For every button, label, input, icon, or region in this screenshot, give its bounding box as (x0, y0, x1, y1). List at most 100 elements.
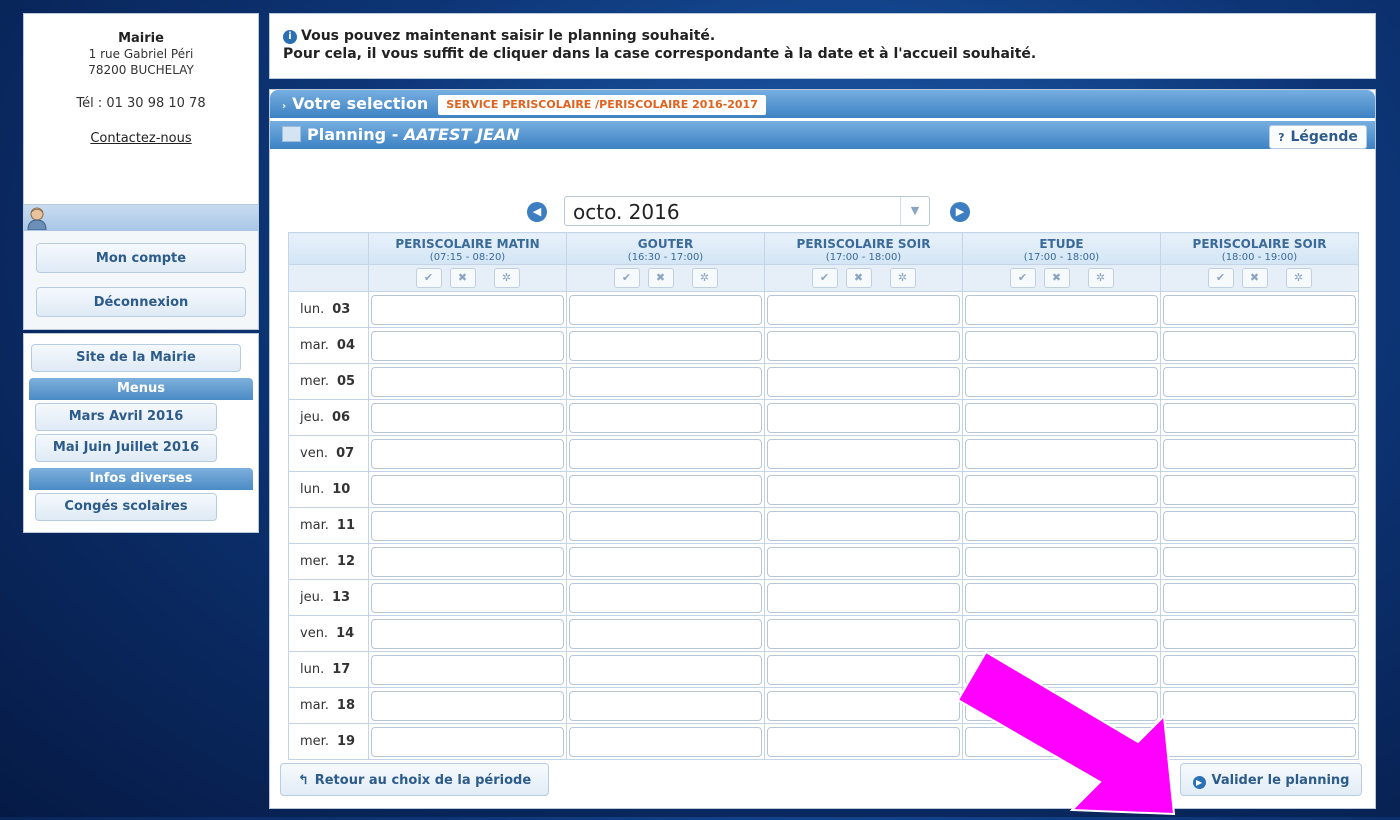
planning-slot[interactable] (569, 618, 762, 649)
planning-slot[interactable] (1163, 726, 1356, 757)
planning-slot[interactable] (767, 618, 960, 649)
planning-slot[interactable] (1163, 474, 1356, 505)
planning-cell (1160, 399, 1359, 436)
planning-slot[interactable] (569, 510, 762, 541)
planning-slot[interactable] (371, 654, 564, 685)
planning-slot[interactable] (767, 294, 960, 325)
gear-icon[interactable]: ✲ (493, 268, 520, 289)
planning-slot[interactable] (767, 474, 960, 505)
planning-slot[interactable] (767, 726, 960, 757)
planning-slot[interactable] (965, 366, 1158, 397)
check-icon[interactable]: ✔ (1207, 268, 1234, 289)
planning-slot[interactable] (1163, 582, 1356, 613)
prev-month-icon[interactable]: ◀ (527, 202, 547, 222)
mairie-site-button[interactable]: Site de la Mairie (31, 344, 241, 372)
planning-slot[interactable] (371, 330, 564, 361)
check-icon[interactable]: ✔ (613, 268, 640, 289)
planning-slot[interactable] (767, 366, 960, 397)
next-month-icon[interactable]: ▶ (950, 202, 970, 222)
planning-slot[interactable] (371, 690, 564, 721)
planning-slot[interactable] (371, 510, 564, 541)
planning-slot[interactable] (1163, 690, 1356, 721)
check-icon[interactable]: ✔ (415, 268, 442, 289)
planning-slot[interactable] (1163, 330, 1356, 361)
planning-slot[interactable] (371, 402, 564, 433)
legend-button[interactable]: ? Légende (1269, 125, 1367, 149)
back-to-period-button[interactable]: ↰ Retour au choix de la période (280, 763, 549, 796)
planning-slot[interactable] (965, 510, 1158, 541)
planning-slot[interactable] (371, 546, 564, 577)
planning-slot[interactable] (569, 546, 762, 577)
planning-slot[interactable] (965, 654, 1158, 685)
planning-slot[interactable] (767, 510, 960, 541)
day-number: 11 (336, 518, 356, 533)
planning-slot[interactable] (1163, 294, 1356, 325)
planning-slot[interactable] (965, 474, 1158, 505)
planning-slot[interactable] (569, 402, 762, 433)
close-icon[interactable]: ✖ (1241, 268, 1268, 289)
planning-slot[interactable] (965, 618, 1158, 649)
planning-slot[interactable] (767, 438, 960, 469)
planning-slot[interactable] (1163, 402, 1356, 433)
planning-slot[interactable] (965, 582, 1158, 613)
planning-slot[interactable] (965, 438, 1158, 469)
planning-cell (962, 399, 1161, 436)
menu-item-mai-juin-juillet[interactable]: Mai Juin Juillet 2016 (35, 434, 217, 462)
contact-link[interactable]: Contactez-nous (24, 131, 258, 146)
planning-slot[interactable] (569, 726, 762, 757)
logout-button[interactable]: Déconnexion (36, 287, 246, 317)
planning-slot[interactable] (569, 366, 762, 397)
gear-icon[interactable]: ✲ (889, 268, 916, 289)
planning-slot[interactable] (1163, 366, 1356, 397)
planning-slot[interactable] (1163, 546, 1356, 577)
close-icon[interactable]: ✖ (647, 268, 674, 289)
planning-slot[interactable] (965, 330, 1158, 361)
planning-slot[interactable] (569, 294, 762, 325)
gear-icon[interactable]: ✲ (1285, 268, 1312, 289)
planning-slot[interactable] (965, 294, 1158, 325)
planning-slot[interactable] (371, 366, 564, 397)
planning-slot[interactable] (569, 690, 762, 721)
planning-slot[interactable] (371, 294, 564, 325)
planning-slot[interactable] (371, 582, 564, 613)
planning-slot[interactable] (965, 726, 1158, 757)
check-icon[interactable]: ✔ (1009, 268, 1036, 289)
planning-slot[interactable] (371, 726, 564, 757)
check-icon[interactable]: ✔ (811, 268, 838, 289)
back-arrow-icon: ↰ (297, 773, 309, 788)
validate-planning-button[interactable]: ▶ Valider le planning (1180, 763, 1362, 796)
menu-item-mars-avril[interactable]: Mars Avril 2016 (35, 403, 217, 431)
info-item-conges[interactable]: Congés scolaires (35, 493, 217, 521)
planning-slot[interactable] (767, 546, 960, 577)
planning-slot[interactable] (1163, 438, 1356, 469)
planning-slot[interactable] (767, 654, 960, 685)
planning-slot[interactable] (965, 402, 1158, 433)
planning-slot[interactable] (767, 330, 960, 361)
planning-slot[interactable] (965, 546, 1158, 577)
selection-bar[interactable]: › Votre selection SERVICE PERISCOLAIRE /PE… (270, 90, 1375, 118)
column-hours: (18:00 - 19:00) (1221, 252, 1298, 263)
gear-icon[interactable]: ✲ (1087, 268, 1114, 289)
close-icon[interactable]: ✖ (1043, 268, 1070, 289)
planning-slot[interactable] (569, 438, 762, 469)
planning-slot[interactable] (965, 690, 1158, 721)
planning-slot[interactable] (767, 582, 960, 613)
planning-cell (1160, 327, 1359, 364)
gear-icon[interactable]: ✲ (691, 268, 718, 289)
planning-slot[interactable] (569, 330, 762, 361)
planning-slot[interactable] (569, 474, 762, 505)
month-select[interactable]: octo. 2016 ▼ (564, 196, 930, 226)
planning-slot[interactable] (767, 690, 960, 721)
planning-slot[interactable] (569, 582, 762, 613)
close-icon[interactable]: ✖ (845, 268, 872, 289)
account-button[interactable]: Mon compte (36, 243, 246, 273)
planning-slot[interactable] (1163, 510, 1356, 541)
planning-slot[interactable] (371, 618, 564, 649)
planning-slot[interactable] (1163, 654, 1356, 685)
planning-slot[interactable] (371, 438, 564, 469)
planning-slot[interactable] (371, 474, 564, 505)
planning-slot[interactable] (767, 402, 960, 433)
planning-slot[interactable] (1163, 618, 1356, 649)
close-icon[interactable]: ✖ (449, 268, 476, 289)
planning-slot[interactable] (569, 654, 762, 685)
